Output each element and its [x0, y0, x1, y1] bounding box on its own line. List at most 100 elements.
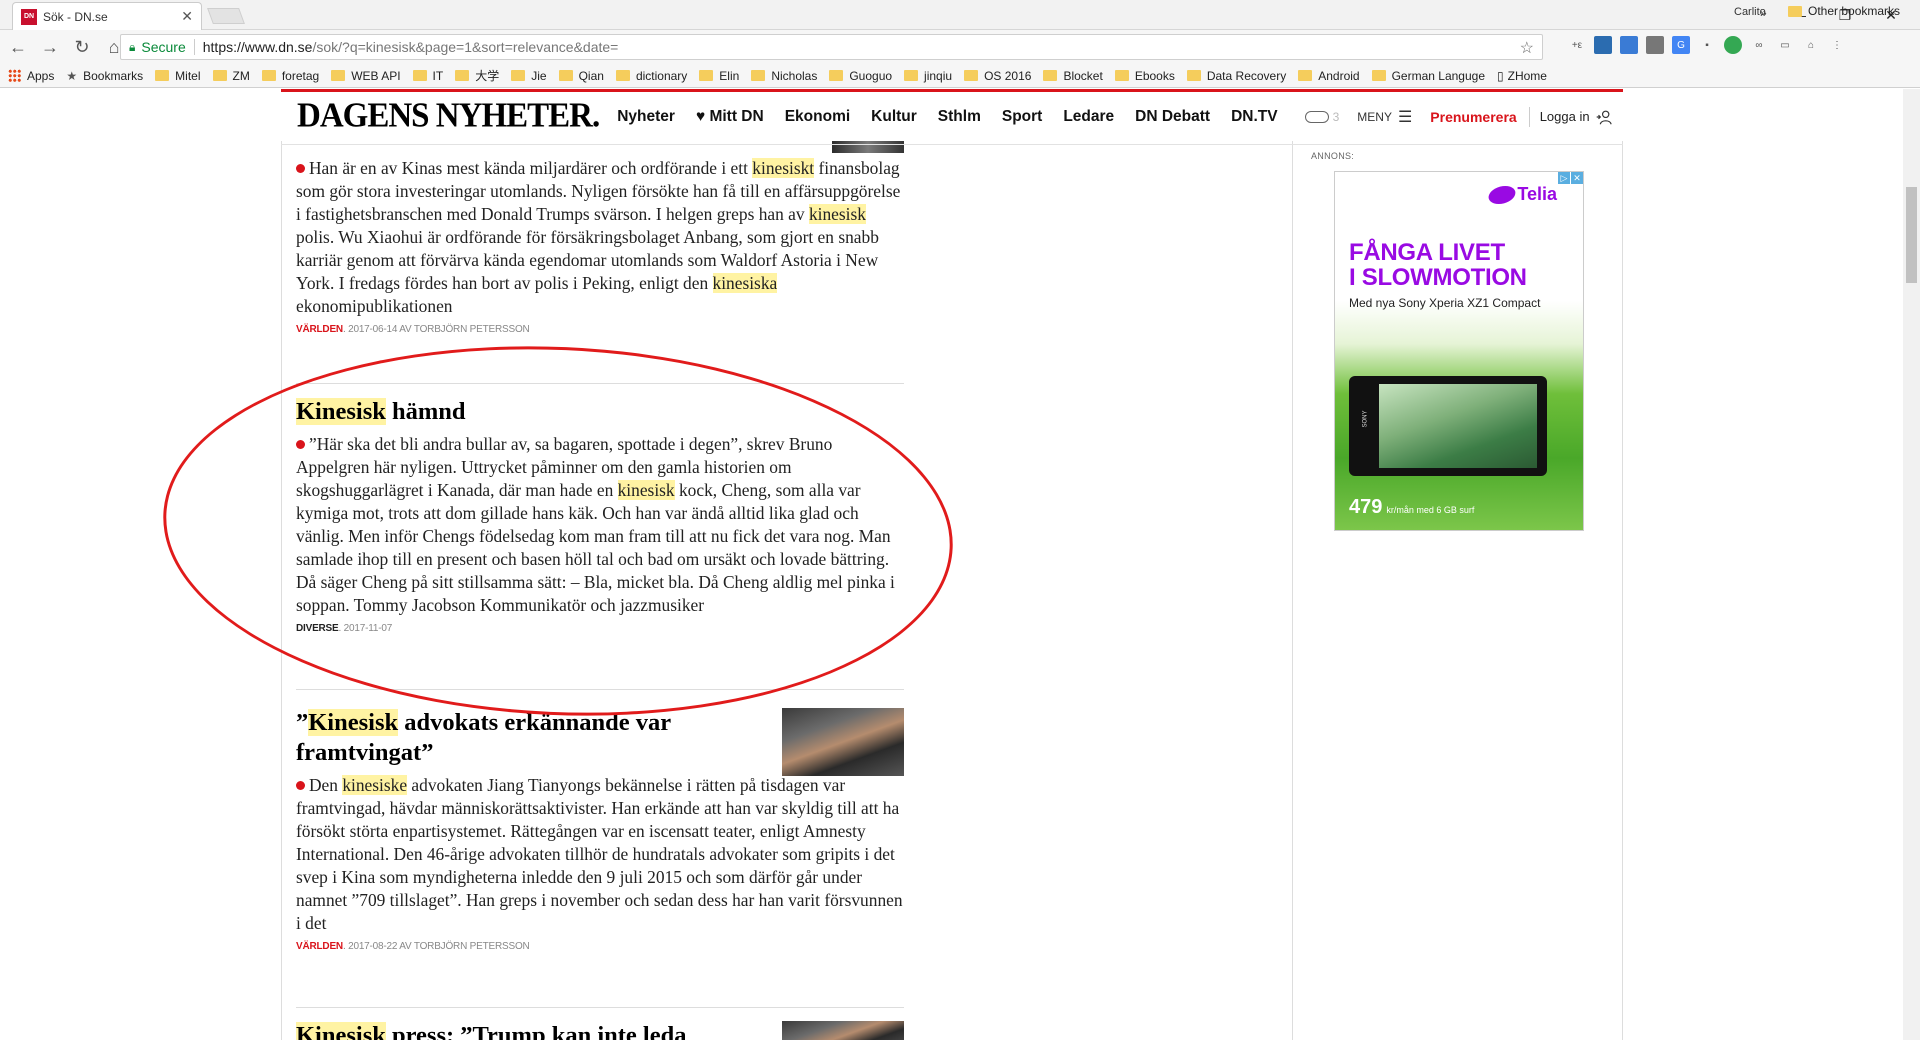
subscribe-link[interactable]: Prenumerera [1430, 109, 1516, 125]
nav-link[interactable]: Ekonomi [785, 108, 850, 126]
ad-headline-line: I SLOWMOTION [1349, 264, 1527, 291]
nav-link[interactable]: Sport [1002, 108, 1042, 126]
ad-choices[interactable]: ▷ ✕ [1557, 172, 1583, 184]
bookmark-item[interactable]: Data Recovery [1186, 69, 1286, 83]
comment-icon[interactable]: ▭ [1776, 36, 1794, 54]
nav-link[interactable]: Sthlm [938, 108, 981, 126]
forward-icon[interactable]: → [36, 33, 64, 61]
bookmark-item[interactable]: Ebooks [1114, 69, 1175, 83]
bookmark-item[interactable]: Elin [699, 69, 739, 83]
article-date-author: . 2017-08-22 AV TORBJÖRN PETERSSON [342, 941, 530, 952]
ad-close-icon[interactable]: ✕ [1571, 172, 1583, 184]
bookmark-item[interactable]: Nicholas [751, 69, 817, 83]
tab-close-icon[interactable]: ✕ [181, 8, 193, 25]
bookmarks-overflow-icon[interactable]: » [1760, 6, 1767, 20]
bookmarks-bar: Apps ★ Bookmarks Mitel ZM foretag WEB API IT 大学 J… [0, 64, 1920, 88]
article-thumbnail[interactable] [782, 1021, 904, 1040]
nav-link[interactable]: DN.TV [1231, 108, 1278, 126]
lock-icon: 🔒︎ [129, 39, 136, 54]
bookmark-label: dictionary [635, 68, 688, 83]
ad-label: ANNONS: [1311, 151, 1355, 161]
reload-icon[interactable]: ↻ [68, 33, 96, 61]
menu-icon[interactable]: ⋮ [1828, 36, 1846, 54]
address-bar[interactable]: 🔒︎ Secure https://www.dn.se /sok/?q=kine… [120, 34, 1543, 60]
page-scrollbar[interactable] [1903, 89, 1920, 1040]
article-item[interactable]: Kinesisk press: ”Trump kan inte leda [296, 1021, 904, 1040]
browser-toolbar: ← → ↻ ⌂ 🔒︎ Secure https://www.dn.se /sok… [0, 30, 1920, 64]
cast-icon[interactable]: ⌂ [1802, 36, 1820, 54]
scrollbar-thumb[interactable] [1906, 187, 1917, 283]
weather-cloud-icon[interactable] [1304, 110, 1329, 123]
folder-icon [1371, 70, 1386, 81]
menu-label[interactable]: MENY [1357, 110, 1392, 124]
extension-icon[interactable] [1646, 36, 1664, 54]
nav-link[interactable]: ♥ Mitt DN [696, 108, 764, 126]
telia-advertisement[interactable]: ▷ ✕ Telia FÅNGA LIVET I SLOWMOTION Med n… [1334, 171, 1584, 531]
headline-text: hämnd [385, 398, 466, 425]
search-highlight: kinesiska [712, 273, 778, 293]
bookmark-item[interactable]: OS 2016 [964, 69, 1031, 83]
article-headline[interactable]: ”Kinesisk advokats erkännande var framtv… [296, 708, 766, 768]
extension-icon[interactable]: ▪ [1698, 36, 1716, 54]
article-item[interactable]: ”Kinesisk advokats erkännande var framtv… [296, 708, 904, 952]
bookmark-item[interactable]: IT [412, 69, 443, 83]
bookmark-item[interactable]: Apps [8, 69, 54, 83]
folder-icon [558, 70, 573, 81]
folder-icon [212, 70, 227, 81]
bookmark-item[interactable]: 大学 [455, 67, 499, 84]
folder-icon [904, 70, 919, 81]
bookmark-item[interactable]: ▯ ZHome [1497, 69, 1547, 83]
telia-mark-icon [1486, 185, 1519, 204]
bookmark-item[interactable]: jinqiu [904, 69, 952, 83]
red-bullet-icon [296, 440, 305, 449]
swedish-flag-icon[interactable] [1594, 36, 1612, 54]
bookmark-item[interactable]: Android [1298, 68, 1360, 83]
bookmark-item[interactable]: WEB API [331, 69, 401, 83]
bookmark-label: Android [1318, 68, 1360, 83]
site-logo[interactable]: DAGENS NYHETER. [297, 97, 600, 136]
bookmark-item[interactable]: German Languge [1371, 69, 1485, 83]
folder-icon [615, 70, 630, 81]
article-section[interactable]: DIVERSE [296, 623, 339, 634]
login-link[interactable]: Logga in [1540, 108, 1612, 126]
article-item[interactable]: Kinesisk hämnd ”Här ska det bli andra bu… [296, 397, 904, 634]
page-icon: ▯ [1497, 68, 1504, 83]
other-bookmarks[interactable]: Other bookmarks [1788, 4, 1900, 18]
extension-icon[interactable]: ∞ [1750, 36, 1768, 54]
article-item[interactable]: Han är en av Kinas mest kända miljardäre… [296, 157, 904, 335]
summary-text: Den [309, 775, 343, 795]
bookmark-item[interactable]: Jie [511, 69, 547, 83]
content-border-left [281, 89, 282, 1040]
ad-headline: FÅNGA LIVET I SLOWMOTION [1349, 240, 1527, 290]
folder-icon [1788, 5, 1802, 17]
bookmark-item[interactable]: ZM [212, 69, 250, 83]
bookmark-star-icon[interactable]: ☆ [1520, 38, 1534, 58]
back-icon[interactable]: ← [4, 33, 32, 61]
bookmark-item[interactable]: Guoguo [829, 69, 892, 83]
nav-link[interactable]: DN Debatt [1135, 108, 1210, 126]
extension-icon[interactable]: +ε [1568, 36, 1586, 54]
extension-icon[interactable] [1620, 36, 1638, 54]
hamburger-icon[interactable]: ☰ [1398, 107, 1412, 127]
article-thumbnail[interactable] [782, 708, 904, 776]
bookmark-item[interactable]: ★ Bookmarks [66, 69, 143, 83]
bookmark-item[interactable]: Blocket [1043, 69, 1103, 83]
article-section[interactable]: VÄRLDEN [296, 324, 343, 335]
bookmark-item[interactable]: dictionary [615, 68, 688, 83]
browser-tab[interactable]: DN Sök - DN.se ✕ [12, 2, 202, 30]
bookmark-item[interactable]: foretag [261, 69, 319, 83]
bookmark-item[interactable]: Mitel [155, 69, 201, 83]
nav-link[interactable]: Kultur [871, 108, 917, 126]
red-bullet-icon [296, 781, 305, 790]
article-section[interactable]: VÄRLDEN [296, 941, 343, 952]
nav-link[interactable]: Ledare [1063, 108, 1114, 126]
extension-icon[interactable] [1724, 36, 1742, 54]
ad-choices-icon[interactable]: ▷ [1558, 172, 1570, 184]
translate-icon[interactable]: G [1672, 36, 1690, 54]
folder-icon [412, 70, 427, 81]
new-tab-button[interactable] [207, 8, 245, 24]
article-headline[interactable]: Kinesisk hämnd [296, 397, 904, 427]
nav-link[interactable]: Nyheter [617, 108, 675, 126]
article-thumbnail[interactable] [832, 141, 904, 153]
bookmark-item[interactable]: Qian [558, 69, 604, 83]
